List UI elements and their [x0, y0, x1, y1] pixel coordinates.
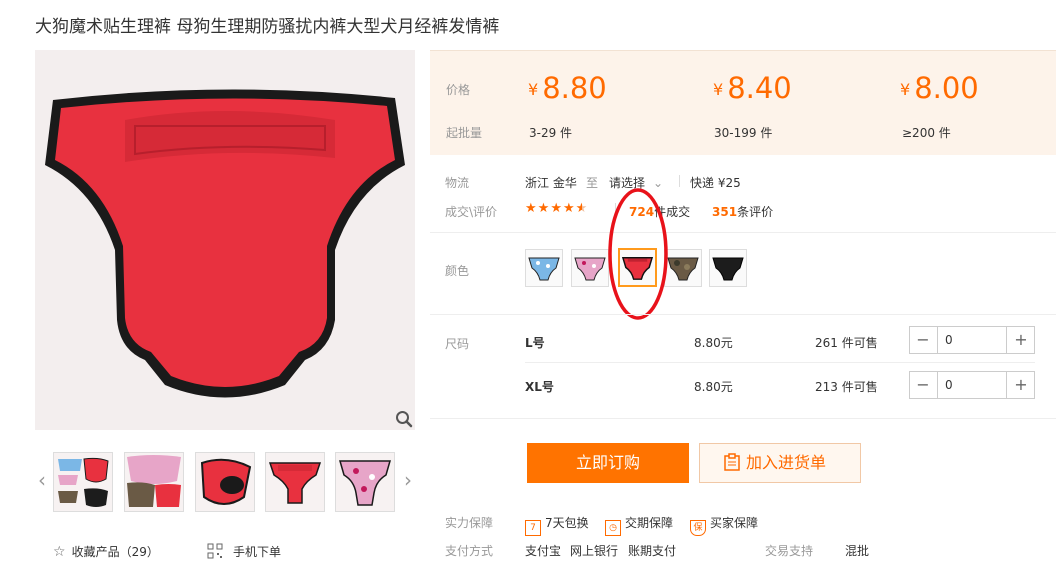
star-outline-icon: ☆ [53, 544, 66, 560]
thumbnail-3[interactable] [195, 452, 255, 512]
express-fee: 快递 ¥25 [690, 176, 741, 190]
plus-icon[interactable]: + [1008, 327, 1034, 353]
size-price-xl: 8.80元 [694, 380, 733, 394]
trade-support-value: 混批 [845, 544, 870, 558]
delivery-guarantee-icon: ◷ [605, 520, 621, 536]
color-swatch-blue[interactable] [525, 249, 563, 287]
order-now-button[interactable]: 立即订购 [527, 443, 689, 483]
size-price-l: 8.80元 [694, 336, 733, 350]
payment-method-1: 支付宝 [525, 544, 562, 558]
color-swatch-black[interactable] [709, 249, 747, 287]
mobile-order[interactable]: 手机下单 [207, 543, 281, 562]
quantity-stepper-xl: − + [909, 371, 1035, 399]
color-label: 颜色 [445, 264, 470, 278]
price-tier-1: ¥8.80 [528, 71, 607, 105]
star-icon: ★ [525, 201, 538, 216]
payment-label: 支付方式 [445, 544, 494, 558]
price-label: 价格 [446, 83, 471, 97]
assurance-item-3[interactable]: 保买家保障 [690, 514, 758, 536]
assurance-label: 实力保障 [445, 516, 494, 530]
tier-1-range: 3-29 件 [529, 126, 573, 140]
payment-method-2: 网上银行 [570, 544, 619, 558]
clipboard-icon [724, 447, 740, 485]
rating-stars: ★★★★★ [525, 201, 588, 216]
star-icon: ★ [550, 201, 563, 216]
divider [430, 232, 1056, 233]
product-title: 大狗魔术贴生理裤 母狗生理期防骚扰内裤大型犬月经裤发情裤 [35, 17, 500, 37]
size-stock-l: 261 件可售 [815, 336, 878, 350]
quantity-stepper-l: − + [909, 326, 1035, 354]
price-tier-2: ¥8.40 [713, 71, 792, 105]
buyer-shield-icon: 保 [690, 520, 706, 536]
mobile-label: 手机下单 [233, 545, 282, 559]
thumbnail-1[interactable] [53, 452, 113, 512]
star-icon: ★ [537, 201, 551, 216]
qr-code-icon [207, 543, 223, 562]
size-label: 尺码 [445, 337, 470, 351]
quantity-input-l[interactable] [937, 327, 1007, 353]
moq-label: 起批量 [446, 126, 483, 140]
divider [430, 314, 1056, 315]
plus-icon[interactable]: + [1008, 372, 1034, 398]
product-illustration [35, 50, 415, 430]
annotation-circle [608, 188, 668, 320]
price-panel: 价格 起批量 ¥8.80 3-29 件 ¥8.40 30-199 件 ¥8.00… [430, 50, 1056, 155]
to-text: 至 [586, 176, 599, 190]
minus-icon[interactable]: − [910, 372, 936, 398]
quantity-input-xl[interactable] [937, 372, 1007, 398]
assurance-item-2[interactable]: ◷ 交期保障 [605, 514, 673, 536]
add-to-cart-button[interactable]: 加入进货单 [699, 443, 861, 483]
chevron-left-icon[interactable]: ‹ [35, 468, 49, 492]
payment-method-3: 账期支付 [628, 544, 677, 558]
favorite-product[interactable]: ☆ 收藏产品（29） [53, 543, 159, 560]
divider [430, 418, 1056, 419]
size-name-xl: XL号 [525, 380, 554, 394]
trade-support-label: 交易支持 [765, 544, 814, 558]
divider [525, 362, 1035, 363]
seven-day-icon: 7 [525, 520, 541, 536]
price-tier-3: ¥8.00 [900, 71, 979, 105]
size-stock-xl: 213 件可售 [815, 380, 878, 394]
thumbnail-5[interactable] [335, 452, 395, 512]
star-icon: ★ [562, 201, 576, 216]
main-product-image [35, 50, 415, 430]
favorite-label: 收藏产品（29） [71, 545, 159, 559]
deals-label: 成交\评价 [445, 205, 498, 219]
thumbnail-strip: ‹ › [35, 450, 420, 514]
size-name-l: L号 [525, 336, 545, 350]
thumbnail-4[interactable] [265, 452, 325, 512]
zoom-icon[interactable] [395, 410, 413, 428]
chevron-right-icon[interactable]: › [401, 468, 415, 492]
tier-3-range: ≥200 件 [902, 126, 951, 140]
logistics-label: 物流 [445, 176, 470, 190]
minus-icon[interactable]: − [910, 327, 936, 353]
assurance-item-1[interactable]: 7 7天包换 [525, 514, 589, 536]
review-count[interactable]: 351条评价 [712, 203, 773, 220]
origin-text: 浙江 金华 [525, 176, 577, 190]
thumbnail-2[interactable] [124, 452, 184, 512]
add-to-cart-label: 加入进货单 [746, 453, 827, 472]
tier-2-range: 30-199 件 [714, 126, 773, 140]
half-star-icon: ★ [575, 201, 589, 216]
